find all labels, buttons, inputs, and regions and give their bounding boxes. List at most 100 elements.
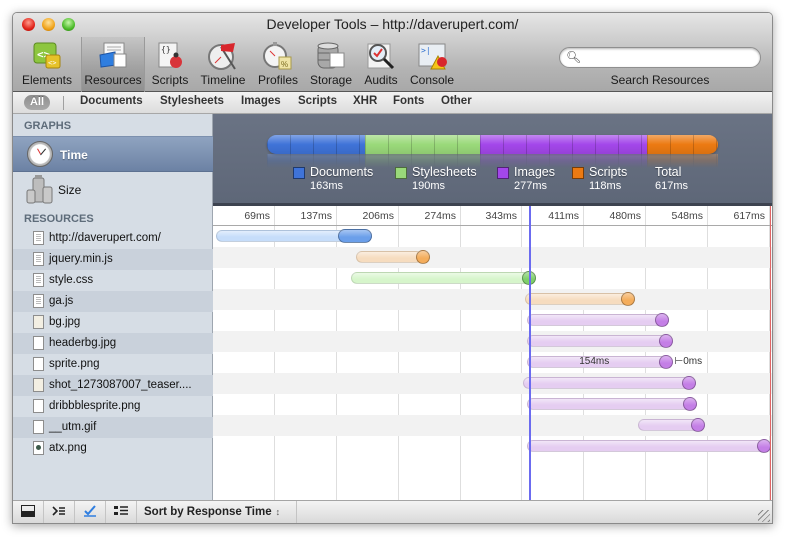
toolbar-audits-button[interactable]: Audits: [361, 37, 401, 92]
filter-fonts[interactable]: Fonts: [393, 95, 424, 107]
resource-item[interactable]: __utm.gif: [13, 417, 213, 438]
large-rows-button[interactable]: [106, 501, 137, 523]
toolbar-storage-button[interactable]: Storage: [307, 37, 355, 92]
window-title: Developer Tools – http://daverupert.com/: [266, 16, 519, 32]
timeline-tick-label: 480ms: [609, 210, 641, 222]
timeline-row[interactable]: [213, 394, 772, 415]
list-icon: [114, 504, 128, 522]
timeline-tick-label: 343ms: [485, 210, 517, 222]
toolbar-scripts-button[interactable]: {} Scripts: [149, 37, 191, 92]
toolbar-scripts-label: Scripts: [151, 73, 189, 87]
toolbar-resources-button[interactable]: Resources: [81, 37, 145, 92]
summary-graph: Documents 163ms Stylesheets 190ms Images…: [213, 114, 772, 206]
download-bar: [683, 397, 698, 411]
timeline-graph: 69ms 137ms 206ms 274ms 343ms 411ms 480ms 548ms 6…: [213, 206, 772, 500]
toolbar-console-button[interactable]: >| Console: [407, 37, 457, 92]
resource-name: atx.png: [49, 442, 87, 454]
download-bar: [658, 334, 673, 348]
resource-name: ga.js: [49, 295, 74, 307]
resource-name: bg.jpg: [49, 316, 81, 328]
timeline-row[interactable]: [213, 226, 772, 247]
summary-segment-stylesheets: [365, 135, 480, 154]
filter-images[interactable]: Images: [241, 95, 281, 107]
resource-item[interactable]: jquery.min.js: [13, 249, 213, 270]
timeline-tick-label: 206ms: [362, 210, 394, 222]
image-icon: [33, 315, 44, 329]
resource-name: shot_1273087007_teaser....: [49, 379, 192, 391]
resource-item[interactable]: bg.jpg: [13, 312, 213, 333]
image-icon: [33, 399, 44, 413]
resource-item[interactable]: atx.png: [13, 438, 213, 459]
timeline-row[interactable]: [213, 310, 772, 331]
filter-all[interactable]: All: [24, 95, 50, 110]
image-icon: [33, 420, 44, 434]
filter-stylesheets[interactable]: Stylesheets: [160, 95, 224, 107]
timeline-row[interactable]: [213, 247, 772, 268]
latency-bar: [522, 377, 696, 389]
search-resources-input[interactable]: 🔍︎: [559, 47, 761, 68]
resource-name: dribbblesprite.png: [49, 400, 141, 412]
svg-text:<>: <>: [48, 59, 56, 67]
latency-bar: [355, 251, 423, 263]
profiles-icon: %: [262, 41, 294, 71]
resource-item[interactable]: ga.js: [13, 291, 213, 312]
legend-label: Images: [514, 165, 555, 179]
toolbar-resources-label: Resources: [84, 73, 142, 87]
toolbar-elements-label: Elements: [21, 73, 73, 87]
search-resources-label: Search Resources: [610, 73, 710, 87]
search-icon: 🔍︎: [566, 50, 582, 64]
clock-icon: [27, 141, 53, 167]
timeline-row[interactable]: 154ms ⊢0ms: [213, 352, 772, 373]
console-drawer-button[interactable]: [44, 501, 75, 523]
timeline-row[interactable]: [213, 289, 772, 310]
timeline-row[interactable]: [213, 331, 772, 352]
image-icon: [33, 336, 44, 350]
legend-total-value: 617ms: [655, 180, 689, 192]
download-bar: [416, 250, 431, 264]
legend-value: 118ms: [589, 180, 622, 192]
status-bar: Sort by Response Time ↕: [13, 500, 772, 523]
resource-name: headerbg.jpg: [49, 337, 117, 349]
enable-resource-tracking-button[interactable]: [75, 501, 106, 523]
download-bar: [621, 292, 636, 306]
resource-item[interactable]: sprite.png: [13, 354, 213, 375]
sort-select[interactable]: Sort by Response Time ↕: [137, 501, 297, 523]
sidebar-item-size-graph[interactable]: Size: [13, 172, 213, 208]
filter-documents[interactable]: Documents: [80, 95, 143, 107]
latency-bar: [527, 314, 669, 326]
filter-xhr[interactable]: XHR: [353, 95, 377, 107]
legend-label: Scripts: [589, 165, 628, 179]
devtools-window: Developer Tools – http://daverupert.com/…: [12, 12, 773, 524]
resource-list: http://daverupert.com/ jquery.min.js sty…: [13, 228, 213, 459]
sidebar-item-time-graph[interactable]: Time: [13, 136, 213, 172]
timeline-rows: 154ms ⊢0ms: [213, 226, 772, 457]
enable-checkmark-icon: [83, 504, 97, 522]
dock-button[interactable]: [13, 501, 44, 523]
toolbar-storage-label: Storage: [309, 73, 353, 87]
resource-item[interactable]: http://daverupert.com/: [13, 228, 213, 249]
resize-grip[interactable]: [758, 510, 770, 522]
toolbar-timeline-button[interactable]: Timeline: [197, 37, 249, 92]
resource-item[interactable]: shot_1273087007_teaser....: [13, 375, 213, 396]
summary-segment-documents: [267, 135, 366, 154]
timeline-row[interactable]: [213, 373, 772, 394]
timeline-row[interactable]: [213, 436, 772, 457]
resource-item[interactable]: headerbg.jpg: [13, 333, 213, 354]
resource-item[interactable]: dribbblesprite.png: [13, 396, 213, 417]
latency-bar: [527, 335, 673, 347]
toolbar-profiles-button[interactable]: % Profiles: [255, 37, 301, 92]
filter-scripts[interactable]: Scripts: [298, 95, 337, 107]
summary-segment-scripts: [646, 135, 718, 154]
dom-content-loaded-marker: [529, 206, 531, 500]
toolbar-elements-button[interactable]: <> <> Elements: [19, 37, 75, 92]
download-bar: [655, 313, 670, 327]
timeline-row[interactable]: [213, 415, 772, 436]
download-bar: [338, 229, 372, 243]
filter-other[interactable]: Other: [441, 95, 472, 107]
timeline-row[interactable]: [213, 268, 772, 289]
resources-heading: RESOURCES: [24, 213, 94, 225]
image-icon: [33, 441, 44, 455]
resource-name: jquery.min.js: [49, 253, 113, 265]
resource-item[interactable]: style.css: [13, 270, 213, 291]
timeline-tick-label: 617ms: [733, 210, 765, 222]
